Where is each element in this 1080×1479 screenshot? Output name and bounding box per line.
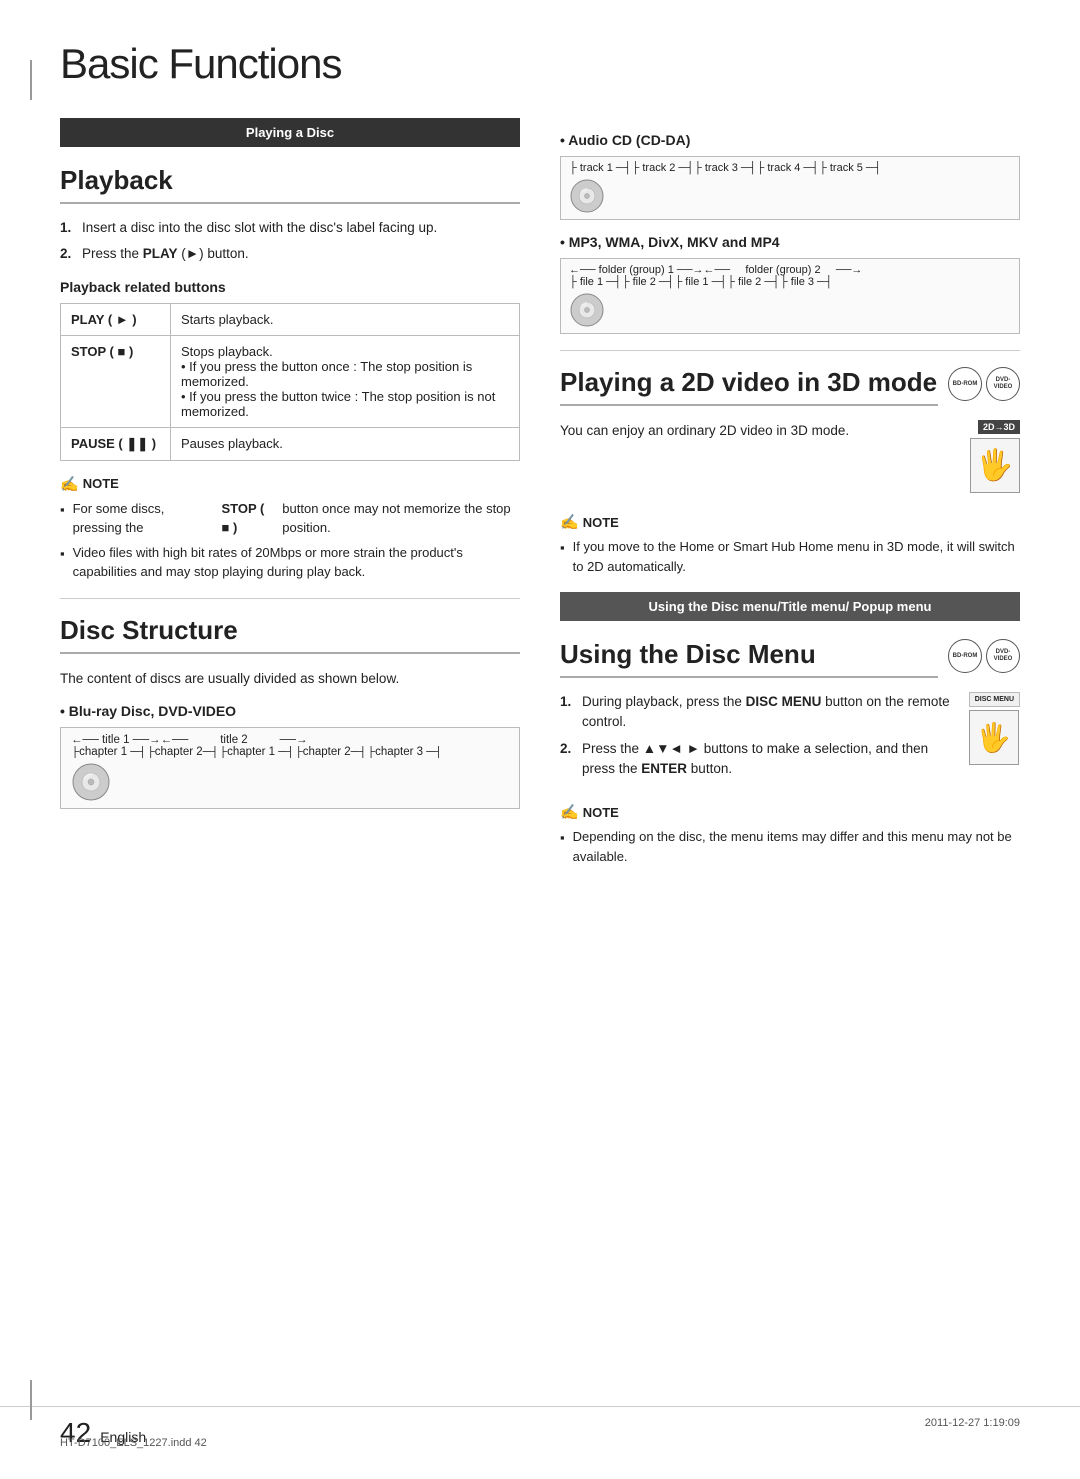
using-disc-menu-title: Using the Disc Menu (560, 639, 938, 678)
footer-filename: HT-D7100_ELS_1227.indd 42 (60, 1437, 207, 1449)
list-item: If you move to the Home or Smart Hub Hom… (560, 537, 1020, 576)
diagram-row-2: ├chapter 1 ─┤├chapter 2─┤├chapter 1 ─┤├c… (71, 746, 509, 758)
badge-row: BD-ROM DVD-VIDEO (948, 367, 1020, 401)
disc-menu-content: 1. During playback, press the DISC MENU … (560, 692, 1020, 793)
playback-related-title: Playback related buttons (60, 279, 520, 295)
playing-2d-title: Playing a 2D video in 3D mode (560, 367, 938, 406)
bluray-diagram: ←── title 1 ──→←── title 2 ──→ ├chapter … (60, 727, 520, 809)
disc-dvd-video-badge: DVD-VIDEO (986, 639, 1020, 673)
hand-icon: 🖐 (970, 438, 1020, 493)
note-2d-title: NOTE (560, 513, 1020, 531)
footer-right: 2011-12-27 1:19:09 (925, 1417, 1020, 1449)
table-row: PLAY ( ► ) Starts playback. (61, 303, 520, 335)
note-2d-section: NOTE If you move to the Home or Smart Hu… (560, 513, 1020, 576)
play-desc-cell: Starts playback. (171, 303, 520, 335)
dvd-video-badge: DVD-VIDEO (986, 367, 1020, 401)
disc-bd-rom-badge: BD-ROM (948, 639, 982, 673)
diagram-row-1: ←── title 1 ──→←── title 2 ──→ (71, 734, 509, 746)
2d-3d-badge: 2D→3D (978, 420, 1020, 434)
table-row: PAUSE ( ❚❚ ) Pauses playback. (61, 427, 520, 460)
play-button-cell: PLAY ( ► ) (61, 303, 171, 335)
playing-2d-body: You can enjoy an ordinary 2D video in 3D… (560, 420, 960, 442)
stop-desc-cell: Stops playback. • If you press the butto… (171, 335, 520, 427)
disc-step-2: 2. Press the ▲▼◄ ► buttons to make a sel… (560, 739, 959, 780)
disc-icon (569, 178, 1011, 214)
table-row: STOP ( ■ ) Stops playback. • If you pres… (61, 335, 520, 427)
disc-menu-header-row: Using the Disc Menu BD-ROM DVD-VIDEO (560, 639, 1020, 692)
pause-button-cell: PAUSE ( ❚❚ ) (61, 427, 171, 460)
diagram-row: ├ track 1 ─┤├ track 2 ─┤├ track 3 ─┤├ tr… (569, 162, 1011, 174)
two-column-layout: Playing a Disc Playback 1. Insert a disc… (60, 118, 1020, 880)
diagram-folder-row2: ├ file 1 ─┤├ file 2 ─┤├ file 1 ─┤├ file … (569, 276, 1011, 288)
diagram-folder-row1: ←── folder (group) 1 ──→←── folder (grou… (569, 264, 1011, 276)
playback-note-section: NOTE For some discs, pressing the STOP (… (60, 475, 520, 582)
2d-body-row: You can enjoy an ordinary 2D video in 3D… (560, 420, 1020, 503)
disc-step-1: 1. During playback, press the DISC MENU … (560, 692, 959, 733)
disc-structure-title: Disc Structure (60, 615, 520, 654)
disc-image (71, 762, 509, 802)
disc-menu-steps: 1. During playback, press the DISC MENU … (560, 692, 959, 793)
page: Basic Functions Playing a Disc Playback … (0, 0, 1080, 1479)
disc-menu-badges: BD-ROM DVD-VIDEO (948, 639, 1020, 673)
disc-menu-hand-icon: DISC MENU 🖐 (969, 692, 1020, 765)
audio-cd-diagram: ├ track 1 ─┤├ track 2 ─┤├ track 3 ─┤├ tr… (560, 156, 1020, 220)
playback-steps: 1. Insert a disc into the disc slot with… (60, 218, 520, 265)
bd-rom-badge: BD-ROM (948, 367, 982, 401)
note-2d-list: If you move to the Home or Smart Hub Hom… (560, 537, 1020, 576)
playback-title: Playback (60, 165, 520, 204)
note-title: NOTE (60, 475, 520, 493)
mp3-label: • MP3, WMA, DivX, MKV and MP4 (560, 234, 1020, 250)
button-table: PLAY ( ► ) Starts playback. STOP ( ■ ) S… (60, 303, 520, 461)
bluray-label: • Blu-ray Disc, DVD-VIDEO (60, 703, 520, 719)
disc-icon-mp3 (569, 292, 1011, 328)
disc-menu-bar: Using the Disc menu/Title menu/ Popup me… (560, 592, 1020, 621)
step-1: 1. Insert a disc into the disc slot with… (60, 218, 520, 238)
pause-desc-cell: Pauses playback. (171, 427, 520, 460)
list-item: For some discs, pressing the STOP ( ■ ) … (60, 499, 520, 538)
hand-icon-area: 2D→3D 🖐 (970, 420, 1020, 493)
separator-right (560, 350, 1020, 351)
stop-button-cell: STOP ( ■ ) (61, 335, 171, 427)
left-column: Playing a Disc Playback 1. Insert a disc… (60, 118, 520, 880)
list-item: Depending on the disc, the menu items ma… (560, 827, 1020, 866)
disc-menu-numbered-list: 1. During playback, press the DISC MENU … (560, 692, 959, 779)
play-button-label: PLAY (143, 246, 178, 261)
hand-icon-disc: 🖐 (969, 710, 1019, 765)
disc-note-list: Depending on the disc, the menu items ma… (560, 827, 1020, 866)
mp3-diagram: ←── folder (group) 1 ──→←── folder (grou… (560, 258, 1020, 334)
playing-disc-bar: Playing a Disc (60, 118, 520, 147)
step-2: 2. Press the PLAY (►) button. (60, 244, 520, 264)
main-title: Basic Functions (60, 40, 1020, 88)
audio-cd-label: • Audio CD (CD-DA) (560, 132, 1020, 148)
note-list: For some discs, pressing the STOP ( ■ ) … (60, 499, 520, 582)
list-item: Video files with high bit rates of 20Mbp… (60, 543, 520, 582)
disc-note-section: NOTE Depending on the disc, the menu ite… (560, 803, 1020, 866)
disc-note-title: NOTE (560, 803, 1020, 821)
separator (60, 598, 520, 599)
right-column: • Audio CD (CD-DA) ├ track 1 ─┤├ track 2… (560, 118, 1020, 880)
disc-structure-body: The content of discs are usually divided… (60, 668, 520, 690)
